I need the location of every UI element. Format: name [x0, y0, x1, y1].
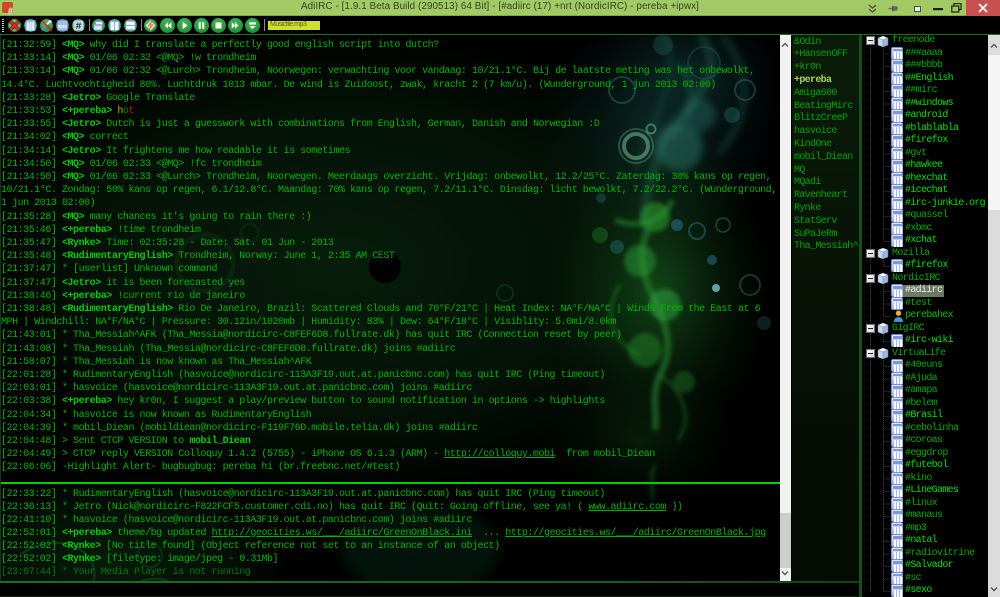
svg-text:RSS: RSS: [58, 24, 67, 29]
svg-text:#: #: [75, 22, 81, 32]
